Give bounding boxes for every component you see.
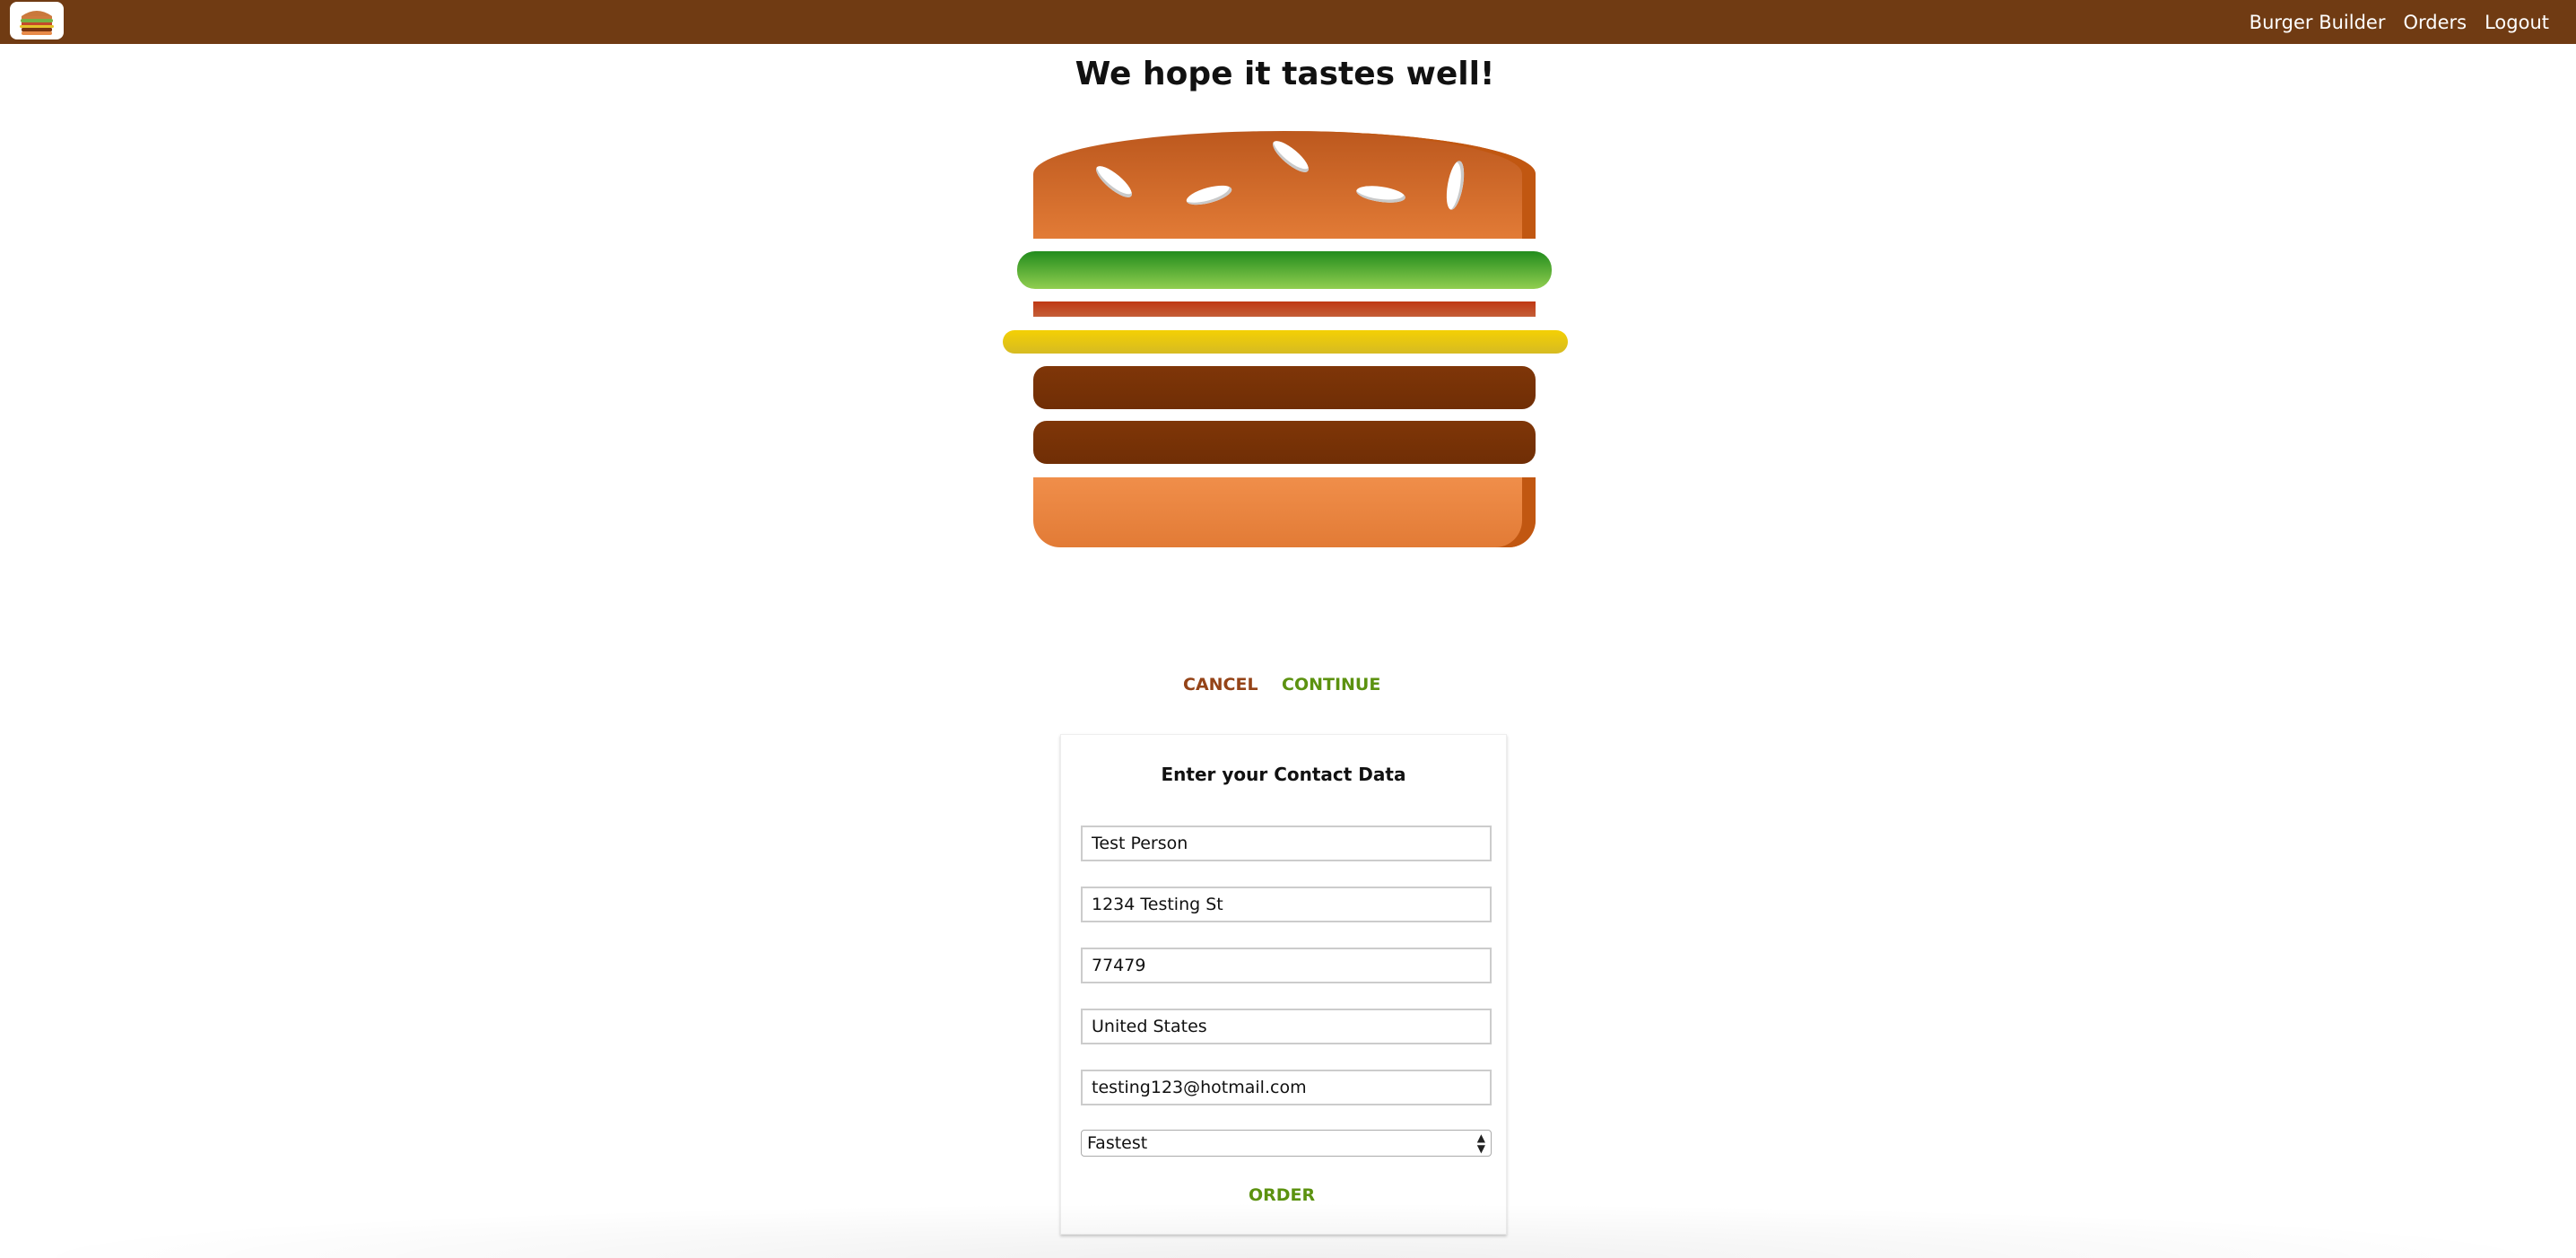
order-button[interactable]: ORDER	[1249, 1185, 1315, 1205]
ingredient-bacon	[1033, 301, 1536, 317]
ingredient-meat	[1033, 366, 1536, 409]
seed	[1092, 161, 1136, 203]
name-input[interactable]	[1081, 826, 1492, 861]
page-title: We hope it tastes well!	[1075, 56, 1495, 92]
nav-menu: Burger Builder Orders Logout	[2250, 0, 2549, 44]
bread-bottom	[1033, 477, 1536, 547]
ingredient-salad	[1017, 251, 1552, 289]
delivery-method-select[interactable]: Fastest ▲ ▼	[1081, 1130, 1492, 1157]
seed	[1443, 159, 1467, 212]
seed	[1268, 135, 1313, 178]
ingredient-cheese	[1003, 330, 1568, 354]
contact-data-form: Enter your Contact Data Fastest ▲▼ ORDER	[1060, 734, 1507, 1235]
select-arrows-icon: ▲ ▼	[1476, 1131, 1485, 1155]
toolbar: Burger Builder Orders Logout	[0, 0, 2576, 44]
nav-item-burger-builder[interactable]: Burger Builder	[2250, 12, 2386, 33]
cancel-button[interactable]: CANCEL	[1183, 675, 1258, 695]
nav-item-logout[interactable]: Logout	[2485, 12, 2549, 33]
street-input[interactable]	[1081, 887, 1492, 922]
seed	[1184, 181, 1234, 209]
country-input[interactable]	[1081, 1009, 1492, 1044]
email-input[interactable]	[1081, 1070, 1492, 1105]
delivery-method-value: Fastest	[1087, 1133, 1148, 1153]
contact-form-title: Enter your Contact Data	[1161, 764, 1406, 785]
continue-button[interactable]: CONTINUE	[1282, 675, 1380, 695]
seed	[1355, 183, 1406, 205]
burger-logo-icon[interactable]	[10, 2, 64, 39]
bread-top	[1033, 131, 1536, 239]
ingredient-meat	[1033, 421, 1536, 464]
zip-code-input[interactable]	[1081, 948, 1492, 983]
nav-item-orders[interactable]: Orders	[2403, 12, 2467, 33]
